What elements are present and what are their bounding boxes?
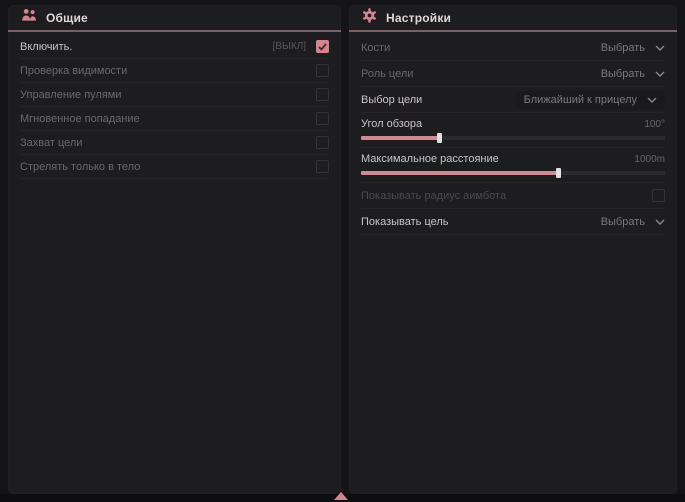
chevron-down-icon <box>655 45 665 51</box>
row-target-selection-label: Выбор цели <box>361 94 422 106</box>
show-target-select[interactable]: Выбрать <box>601 216 665 228</box>
cheat-menu: Общие Включить. [ВЫКЛ] Проверка видимост… <box>0 0 685 502</box>
row-show-target[interactable]: Показывать цель Выбрать <box>361 209 665 235</box>
chevron-down-icon <box>655 219 665 225</box>
target-lock-checkbox[interactable] <box>316 136 329 149</box>
target-selection-select-value: Ближайший к прицелу <box>524 94 637 106</box>
row-visibility-check[interactable]: Проверка видимости <box>20 59 329 83</box>
row-bullet-control[interactable]: Управление пулями <box>20 83 329 107</box>
fov-slider[interactable] <box>361 136 665 140</box>
max-distance-slider-handle[interactable] <box>556 168 561 178</box>
row-max-distance: Максимальное расстояние 1000m <box>361 148 665 183</box>
row-target-lock-label: Захват цели <box>20 137 82 149</box>
max-distance-slider[interactable] <box>361 171 665 175</box>
visibility-check-checkbox[interactable] <box>316 64 329 77</box>
row-enable-label: Включить. <box>20 41 72 53</box>
row-show-target-label: Показывать цель <box>361 216 449 228</box>
panel-general-header: Общие <box>8 5 341 32</box>
row-target-role[interactable]: Роль цели Выбрать <box>361 61 665 87</box>
show-aimbot-radius-checkbox[interactable] <box>652 189 665 202</box>
panel-settings-title: Настройки <box>386 11 451 25</box>
row-show-aimbot-radius-label: Показывать радиус аимбота <box>361 190 506 202</box>
fov-value: 100° <box>644 119 665 130</box>
row-body-only[interactable]: Стрелять только в тело <box>20 155 329 179</box>
panel-settings-rows: Кости Выбрать Роль цели Выбрать <box>349 32 677 235</box>
row-fov: Угол обзора 100° <box>361 113 665 148</box>
enable-checkbox[interactable] <box>316 40 329 53</box>
row-target-selection[interactable]: Выбор цели Ближайший к прицелу <box>361 87 665 113</box>
row-fov-label: Угол обзора <box>361 118 422 130</box>
row-target-role-label: Роль цели <box>361 68 413 80</box>
row-instant-hit-label: Мгновенное попадание <box>20 113 140 125</box>
row-instant-hit[interactable]: Мгновенное попадание <box>20 107 329 131</box>
row-bones[interactable]: Кости Выбрать <box>361 35 665 61</box>
panel-settings-header: Настройки <box>349 5 677 32</box>
users-icon <box>21 8 37 27</box>
target-selection-select[interactable]: Ближайший к прицелу <box>516 91 665 109</box>
panel-settings: Настройки Кости Выбрать Роль цели Выбрат… <box>349 5 677 494</box>
max-distance-value: 1000m <box>634 154 665 165</box>
chevron-down-icon <box>647 97 657 103</box>
panel-general-rows: Включить. [ВЫКЛ] Проверка видимости Упра… <box>8 32 341 179</box>
bones-select[interactable]: Выбрать <box>601 42 665 54</box>
bullet-control-checkbox[interactable] <box>316 88 329 101</box>
chevron-down-icon <box>655 71 665 77</box>
body-only-checkbox[interactable] <box>316 160 329 173</box>
row-target-lock[interactable]: Захват цели <box>20 131 329 155</box>
row-bones-label: Кости <box>361 42 390 54</box>
row-body-only-label: Стрелять только в тело <box>20 161 140 173</box>
row-bullet-control-label: Управление пулями <box>20 89 122 101</box>
instant-hit-checkbox[interactable] <box>316 112 329 125</box>
target-role-select[interactable]: Выбрать <box>601 68 665 80</box>
row-enable-state: [ВЫКЛ] <box>273 41 306 52</box>
row-max-distance-label: Максимальное расстояние <box>361 153 499 165</box>
gear-icon <box>362 8 377 28</box>
scroll-up-indicator[interactable] <box>334 492 348 500</box>
row-visibility-check-label: Проверка видимости <box>20 65 127 77</box>
panel-general-title: Общие <box>46 11 88 25</box>
fov-slider-handle[interactable] <box>437 133 442 143</box>
target-role-select-value: Выбрать <box>601 68 645 80</box>
bones-select-value: Выбрать <box>601 42 645 54</box>
panel-general: Общие Включить. [ВЫКЛ] Проверка видимост… <box>8 5 341 494</box>
row-enable[interactable]: Включить. [ВЫКЛ] <box>20 35 329 59</box>
row-show-aimbot-radius[interactable]: Показывать радиус аимбота <box>361 183 665 209</box>
show-target-select-value: Выбрать <box>601 216 645 228</box>
